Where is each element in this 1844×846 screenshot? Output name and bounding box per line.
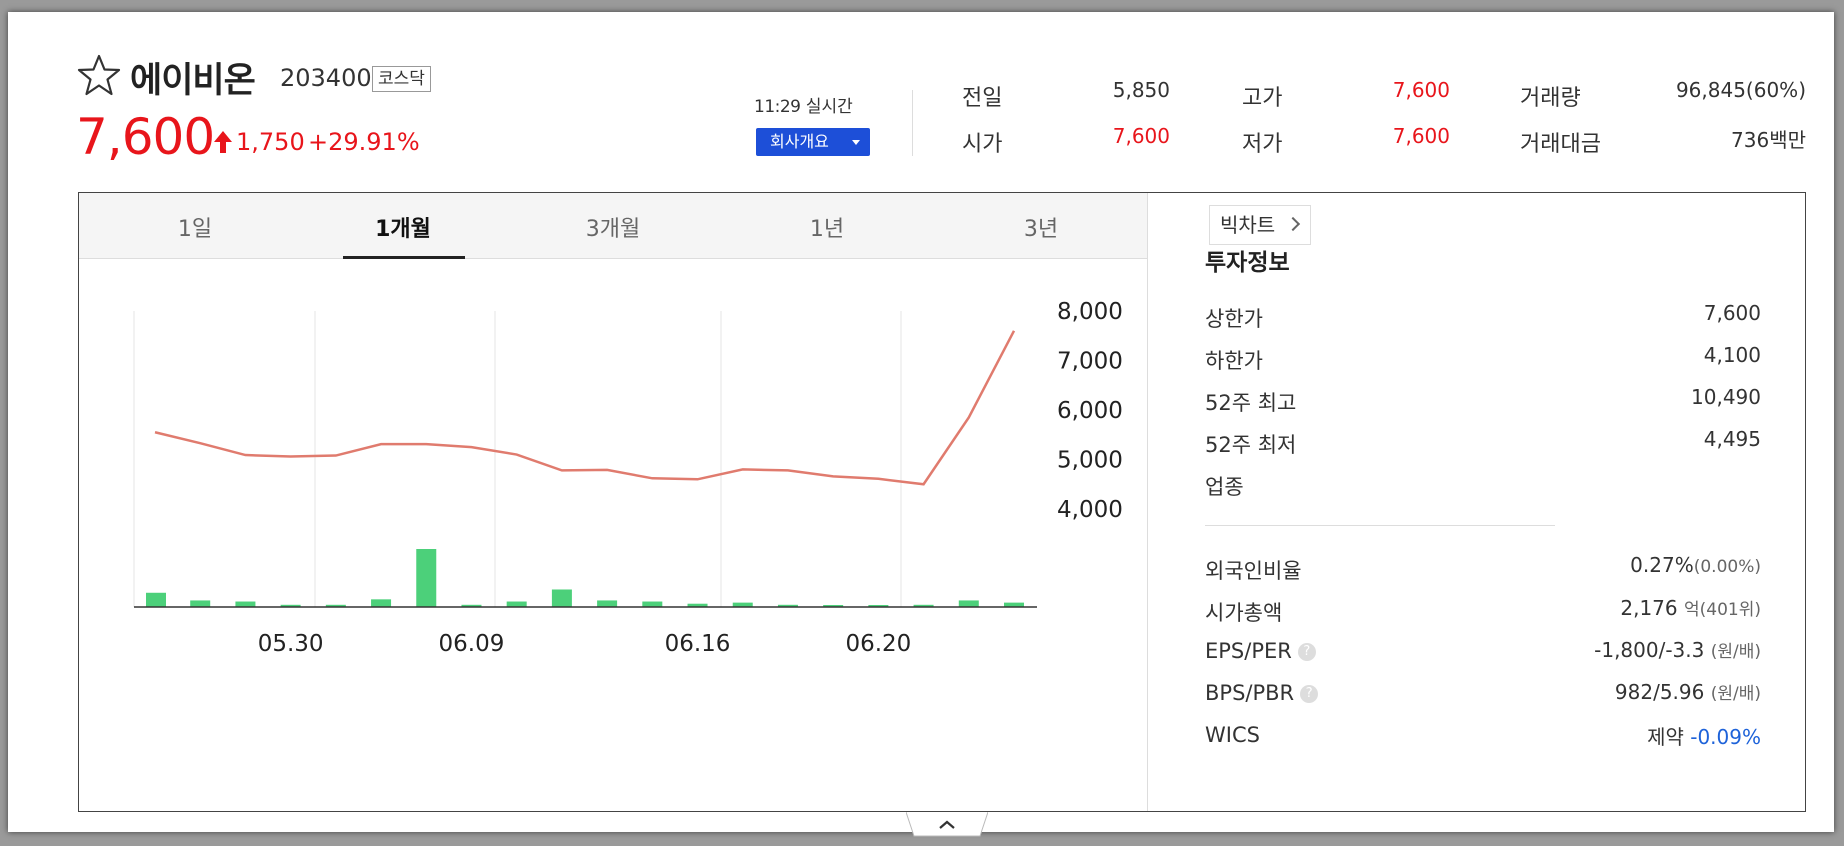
company-info-button[interactable]: 회사개요 [756, 128, 870, 156]
help-icon[interactable]: ? [1297, 643, 1316, 661]
panel-divider [1147, 193, 1148, 811]
tab-1day[interactable]: 1일 [135, 211, 255, 243]
low52-label: 52주 최저 [1205, 433, 1297, 457]
bps-pbr-value: 982/5.96 (원/배) [1615, 679, 1761, 704]
eps-per: -1,800/-3.3 [1594, 638, 1705, 662]
price-chart: 8,000 7,000 6,000 5,000 4,000 05.30 06.09 06.16… [133, 299, 1123, 657]
volume-bar [551, 589, 572, 607]
low52-value: 4,495 [1703, 427, 1761, 451]
foreign-ratio: 0.27% [1630, 553, 1694, 577]
y-tick-label: 5,000 [1057, 448, 1123, 474]
invest-info-title: 투자정보 [1205, 250, 1290, 276]
volume-bar [371, 599, 392, 607]
x-tick-label: 06.16 [665, 631, 731, 657]
lower-limit-label: 하한가 [1205, 349, 1263, 373]
wics-label: WICS [1205, 723, 1260, 747]
market-cap-value: 2,176 억(401위) [1620, 595, 1761, 620]
market-badge: 코스닥 [372, 66, 431, 92]
lower-limit-value: 4,100 [1703, 343, 1761, 367]
header-divider [912, 90, 913, 156]
bps-pbr: 982/5.96 [1614, 680, 1705, 704]
volume-bar [235, 601, 256, 607]
foreign-ratio-label: 외국인비율 [1205, 559, 1302, 583]
high52-value: 10,490 [1691, 385, 1761, 409]
bps-pbr-text: BPS/PBR [1205, 681, 1295, 705]
y-tick-label: 7,000 [1057, 349, 1123, 375]
market-cap-label: 시가총액 [1205, 601, 1283, 625]
y-tick-label: 8,000 [1057, 299, 1123, 325]
eps-per-label: EPS/PER? [1205, 639, 1316, 663]
collapse-button[interactable] [906, 812, 988, 838]
current-price: 7,600 [76, 108, 215, 166]
volume-bar [506, 601, 527, 607]
volume-bar [597, 600, 618, 607]
eps-per-value: -1,800/-3.3 (원/배) [1594, 637, 1761, 662]
tab-3year[interactable]: 3년 [981, 211, 1101, 243]
industry-label: 업종 [1205, 475, 1244, 499]
volume-bar [416, 549, 437, 607]
star-icon[interactable] [76, 52, 122, 98]
big-chart-button[interactable]: 빅차트 [1209, 205, 1311, 245]
volume-label: 거래량 [1520, 86, 1581, 111]
big-chart-label: 빅차트 [1220, 213, 1276, 237]
high52-label: 52주 최고 [1205, 391, 1297, 415]
stock-summary-card: 에이비온 203400 코스닥 7,600 1,750 +29.91% 11:2… [8, 12, 1834, 837]
realtime-label: 실시간 [805, 97, 853, 117]
open-label: 시가 [962, 132, 1003, 157]
bps-pbr-unit: (원/배) [1710, 684, 1761, 704]
volume-bar [146, 592, 166, 607]
bps-pbr-label: BPS/PBR? [1205, 681, 1319, 705]
arrow-up-icon [214, 131, 232, 153]
help-icon[interactable]: ? [1300, 685, 1319, 703]
price-line [154, 330, 1016, 486]
wics-change: -0.09% [1690, 725, 1761, 749]
x-tick-label: 06.09 [439, 631, 505, 657]
volume-bar [642, 601, 663, 607]
chevron-right-icon [1285, 216, 1301, 232]
tab-1month[interactable]: 1개월 [343, 211, 463, 243]
volume-value: 96,845(60%) [1675, 78, 1806, 102]
volume-bar [190, 600, 211, 607]
period-tabs: 1일 1개월 3개월 1년 3년 빅차트 [79, 193, 1311, 259]
x-tick-label: 05.30 [258, 631, 324, 657]
high-value: 7,600 [1392, 78, 1450, 102]
stock-code: 203400 [280, 64, 372, 92]
volume-bar [958, 600, 979, 607]
tab-3month[interactable]: 3개월 [553, 211, 673, 243]
price-change-rate: +29.91% [308, 128, 420, 156]
amount-label: 거래대금 [1520, 132, 1601, 157]
eps-per-unit: (원/배) [1710, 642, 1761, 662]
foreign-ratio-change: (0.00%) [1693, 557, 1761, 577]
price-change: 1,750 [236, 128, 305, 156]
caret-down-icon [852, 140, 860, 145]
chart-container: 1일 1개월 3개월 1년 3년 빅차트 8,000 7,000 6,000 5,00… [78, 192, 1806, 812]
high-label: 고가 [1242, 86, 1283, 111]
tab-1year[interactable]: 1년 [767, 211, 887, 243]
upper-limit-value: 7,600 [1703, 301, 1761, 325]
upper-limit-label: 상한가 [1205, 307, 1263, 331]
foreign-ratio-value: 0.27%(0.00%) [1630, 553, 1761, 577]
prev-close-label: 전일 [962, 86, 1003, 111]
low-label: 저가 [1242, 132, 1283, 157]
panel-separator [1205, 525, 1555, 526]
market-cap-unit: 억 [1684, 600, 1700, 620]
x-tick-label: 06.20 [845, 631, 911, 657]
eps-per-text: EPS/PER [1205, 639, 1292, 663]
amount-value: 736백만 [1731, 128, 1806, 152]
market-cap: 2,176 [1620, 596, 1678, 620]
wics-sector[interactable]: 제약 [1647, 725, 1684, 749]
low-value: 7,600 [1392, 124, 1450, 148]
company-info-label: 회사개요 [770, 132, 829, 151]
y-tick-label: 6,000 [1057, 398, 1123, 424]
realtime-indicator: 11:29 실시간 [754, 92, 853, 117]
prev-close-value: 5,850 [1112, 78, 1170, 102]
market-cap-rank: (401위) [1699, 600, 1761, 620]
realtime-time: 11:29 [754, 97, 801, 117]
stock-name: 에이비온 [130, 61, 256, 101]
open-value: 7,600 [1112, 124, 1170, 148]
y-tick-label: 4,000 [1057, 497, 1123, 523]
wics-value: 제약 -0.09% [1647, 721, 1761, 750]
